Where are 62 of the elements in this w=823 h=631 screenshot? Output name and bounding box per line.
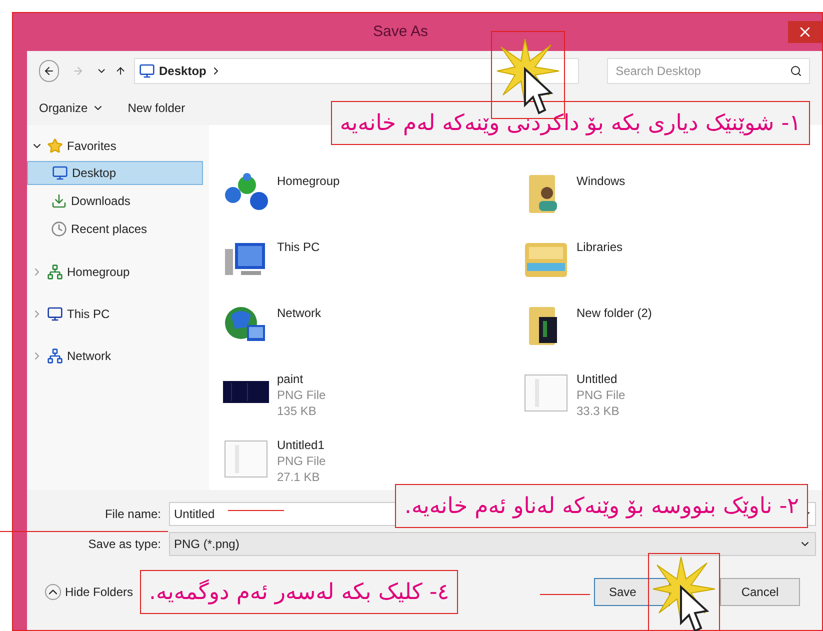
close-button[interactable] [788, 21, 822, 43]
clock-icon [51, 221, 67, 237]
annotation-tooltip: ٢- ناوێک بنووسە بۆ وێنەکە لەناو ئەم خانەیە. [395, 484, 808, 528]
sidebar-item[interactable]: Downloads [27, 189, 203, 213]
file-size: 27.1 KB [277, 469, 321, 485]
back-arrow-icon [43, 65, 56, 77]
sidebar-item[interactable]: This PC [27, 303, 209, 325]
file-name: New folder (2) [576, 305, 652, 321]
file-item[interactable]: Libraries [522, 237, 822, 289]
up-arrow-icon[interactable] [114, 65, 126, 77]
desktop-icon [139, 63, 156, 79]
file-name: Libraries [576, 239, 623, 255]
leader-line [540, 594, 590, 595]
file-name: Untitled [576, 371, 618, 387]
annotation-tooltip: ٤- کلیک بکە لەسەر ئەم دوگمەیە. [140, 570, 458, 614]
file-item[interactable]: Untitled PNG File 33.3 KB [522, 369, 822, 421]
file-item[interactable]: paint PNG File 135 KB [223, 369, 522, 421]
forward-arrow-icon [72, 65, 84, 77]
address-location: Desktop [159, 63, 206, 80]
window-title: Save As [372, 22, 430, 42]
file-type: PNG File [277, 453, 326, 469]
file-name: paint [277, 371, 304, 387]
collapse-icon [45, 584, 61, 600]
file-item[interactable]: Homegroup [223, 171, 522, 223]
sidebar-item[interactable]: Homegroup [27, 261, 209, 283]
file-type: PNG File [277, 387, 326, 403]
file-name: Network [277, 305, 322, 321]
file-item[interactable]: Windows [522, 171, 822, 223]
desktop-icon [52, 165, 68, 181]
save-button[interactable]: Save [594, 578, 670, 606]
organize-menu[interactable]: Organize [39, 99, 104, 117]
file-name: Untitled1 [277, 437, 326, 453]
leader-line [228, 510, 284, 511]
file-size: 33.3 KB [576, 403, 620, 419]
cancel-button[interactable]: Cancel [720, 578, 800, 606]
new-folder-button[interactable]: New folder [128, 99, 186, 117]
search-icon [790, 65, 802, 77]
sidebar-item[interactable]: Desktop [27, 161, 203, 185]
save-type-dropdown[interactable]: PNG (*.png) [169, 532, 816, 556]
computer-icon [47, 306, 63, 322]
field-label: Save as type: [87, 536, 161, 553]
download-icon [51, 193, 67, 209]
search-field[interactable]: Search Desktop [606, 58, 810, 84]
homegroup-icon [47, 264, 63, 280]
file-item[interactable]: This PC [223, 237, 522, 289]
file-item[interactable]: New folder (2) [522, 303, 822, 355]
file-name: This PC [277, 239, 320, 255]
file-item[interactable]: Network [223, 303, 522, 355]
file-type: PNG File [576, 387, 626, 403]
file-name: Homegroup [277, 173, 340, 189]
sidebar-item[interactable]: Recent places [27, 217, 203, 241]
back-button[interactable] [39, 60, 60, 82]
file-size: 135 KB [277, 403, 318, 419]
address-bar[interactable]: Desktop [134, 58, 579, 84]
sidebar-item[interactable]: Network [27, 345, 209, 367]
file-item[interactable]: Untitled1 PNG File 27.1 KB [223, 435, 522, 487]
field-label: File name: [104, 506, 161, 523]
file-name: Windows [576, 173, 626, 189]
sidebar-item[interactable]: Favorites [27, 135, 209, 157]
star-icon [47, 138, 63, 154]
network-icon [47, 348, 63, 364]
hide-folders-button[interactable]: Hide Folders [45, 583, 134, 601]
